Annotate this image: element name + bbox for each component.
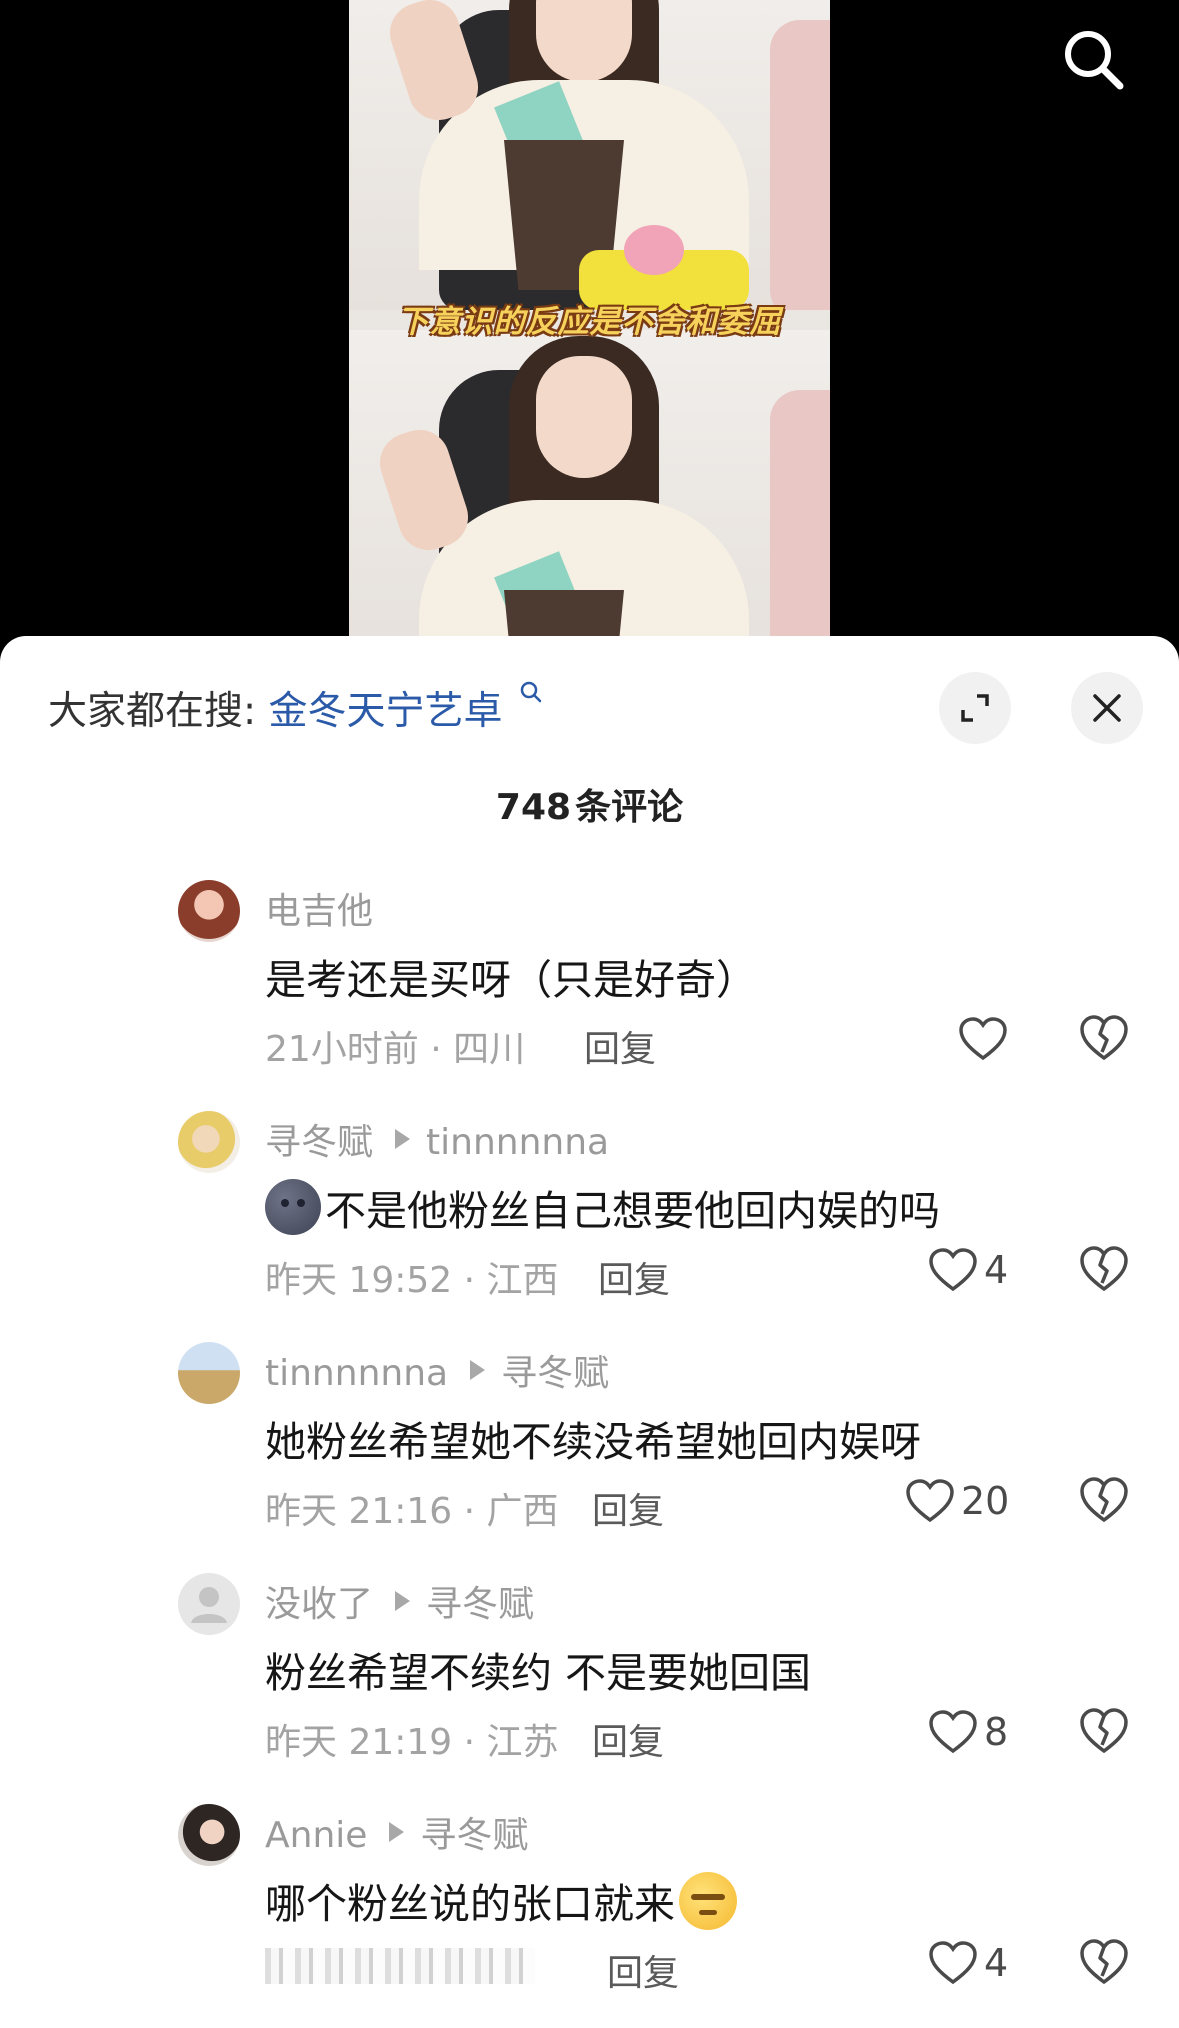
like-button[interactable]: 8 bbox=[928, 1703, 1008, 1761]
expand-icon bbox=[961, 694, 989, 722]
reply-button[interactable]: 回复 bbox=[584, 1020, 656, 1072]
dislike-broken-heart-icon[interactable] bbox=[1078, 1705, 1130, 1757]
new-moon-face-emoji-icon bbox=[265, 1179, 321, 1235]
avatar[interactable] bbox=[178, 1573, 240, 1635]
comment-item: 电吉他 是考还是买呀（只是好奇） 21小时前 · 四川 回复 bbox=[0, 872, 1179, 1104]
comment-item: 没收了 寻冬赋 粉丝希望不续约 不是要她回国 昨天 21:19 · 江苏 回复 8 bbox=[0, 1565, 1179, 1797]
reply-arrow-icon bbox=[395, 1129, 411, 1149]
like-button[interactable]: 4 bbox=[928, 1934, 1008, 1992]
mini-search-icon bbox=[520, 681, 542, 703]
close-icon bbox=[1093, 694, 1121, 722]
comment-username[interactable]: Annie 寻冬赋 bbox=[265, 1806, 528, 1858]
comment-username[interactable]: 没收了 寻冬赋 bbox=[265, 1575, 534, 1627]
reply-button[interactable]: 回复 bbox=[592, 1482, 664, 1534]
avatar[interactable] bbox=[178, 1804, 240, 1866]
heart-icon bbox=[929, 1248, 977, 1292]
like-count: 8 bbox=[984, 1710, 1009, 1754]
avatar[interactable] bbox=[178, 880, 240, 942]
comment-count-suffix: 条评论 bbox=[575, 787, 684, 828]
close-button[interactable] bbox=[1071, 672, 1143, 744]
reply-arrow-icon bbox=[470, 1360, 486, 1380]
redacted-blur bbox=[265, 1948, 535, 1984]
hot-search-prefix: 大家都在搜: bbox=[48, 689, 257, 734]
dislike-broken-heart-icon[interactable] bbox=[1078, 1012, 1130, 1064]
comment-username[interactable]: tinnnnnna 寻冬赋 bbox=[265, 1344, 609, 1396]
side-person bbox=[770, 20, 830, 310]
like-count: 4 bbox=[984, 1248, 1009, 1292]
face bbox=[536, 356, 632, 478]
comment-text: 哪个粉丝说的张口就来 bbox=[265, 1870, 737, 1930]
like-button[interactable]: 20 bbox=[905, 1472, 1009, 1530]
smug-face-emoji-icon bbox=[679, 1872, 737, 1930]
search-icon[interactable] bbox=[1058, 24, 1130, 96]
heart-icon bbox=[906, 1479, 954, 1523]
video-frame: 下意识的反应是不舍和委屈 bbox=[349, 0, 830, 660]
comment-item: tinnnnnna 寻冬赋 她粉丝希望她不续没希望她回内娱呀 昨天 21:16 ·… bbox=[0, 1334, 1179, 1566]
dislike-broken-heart-icon[interactable] bbox=[1078, 1474, 1130, 1526]
comment-username[interactable]: 电吉他 bbox=[265, 882, 373, 934]
comment-item: Annie 寻冬赋 哪个粉丝说的张口就来 回复 4 bbox=[0, 1796, 1179, 2028]
video-caption: 下意识的反应是不舍和委屈 bbox=[397, 304, 782, 340]
like-count: 20 bbox=[961, 1479, 1010, 1523]
hot-search-keyword[interactable]: 金冬天宁艺卓 bbox=[269, 689, 503, 734]
hot-search-bar: 大家都在搜: 金冬天宁艺卓 bbox=[48, 680, 543, 736]
comment-count-number: 748 bbox=[495, 787, 572, 828]
reply-button[interactable]: 回复 bbox=[598, 1251, 670, 1303]
side-person bbox=[770, 390, 830, 660]
dislike-broken-heart-icon[interactable] bbox=[1078, 1936, 1130, 1988]
default-user-icon bbox=[191, 1587, 227, 1623]
video-player[interactable]: 下意识的反应是不舍和委屈 bbox=[0, 0, 1179, 660]
comment-username[interactable]: 寻冬赋 tinnnnnna bbox=[265, 1113, 609, 1165]
like-button[interactable]: 4 bbox=[928, 1241, 1008, 1299]
comment-text: 不是他粉丝自己想要他回内娱的吗 bbox=[265, 1177, 940, 1237]
video-scene-top bbox=[349, 0, 830, 310]
avatar[interactable] bbox=[178, 1111, 240, 1173]
comment-text: 她粉丝希望她不续没希望她回内娱呀 bbox=[265, 1418, 921, 1466]
toy-pink bbox=[624, 225, 684, 275]
heart-icon bbox=[929, 1710, 977, 1754]
comment-meta: 昨天 19:52 · 江西 bbox=[265, 1260, 559, 1301]
comment-meta: 21小时前 · 四川 bbox=[265, 1029, 526, 1070]
heart-icon bbox=[959, 1017, 1007, 1061]
comment-text: 是考还是买呀（只是好奇） bbox=[265, 956, 757, 1004]
comment-meta: 昨天 21:16 · 广西 bbox=[265, 1491, 559, 1532]
comment-sheet: 大家都在搜: 金冬天宁艺卓 748 条评论 电吉他 是考还是买呀（只是好奇） 21… bbox=[0, 636, 1179, 2028]
avatar[interactable] bbox=[178, 1342, 240, 1404]
comment-text: 粉丝希望不续约 不是要她回国 bbox=[265, 1649, 812, 1697]
reply-arrow-icon bbox=[395, 1591, 411, 1611]
comment-item: 寻冬赋 tinnnnnna 不是他粉丝自己想要他回内娱的吗 昨天 19:52 · … bbox=[0, 1103, 1179, 1335]
heart-icon bbox=[929, 1941, 977, 1985]
reply-button[interactable]: 回复 bbox=[607, 1944, 679, 1996]
video-scene-bottom bbox=[349, 330, 830, 660]
reply-button[interactable]: 回复 bbox=[592, 1713, 664, 1765]
dislike-broken-heart-icon[interactable] bbox=[1078, 1243, 1130, 1295]
reply-arrow-icon bbox=[389, 1822, 405, 1842]
comment-count: 748 条评论 bbox=[0, 778, 1179, 830]
expand-button[interactable] bbox=[939, 672, 1011, 744]
like-button[interactable] bbox=[958, 1010, 1014, 1068]
like-count: 4 bbox=[984, 1941, 1009, 1985]
comment-meta: 昨天 21:19 · 江苏 bbox=[265, 1722, 559, 1763]
comment-meta-redacted bbox=[265, 1944, 535, 1985]
